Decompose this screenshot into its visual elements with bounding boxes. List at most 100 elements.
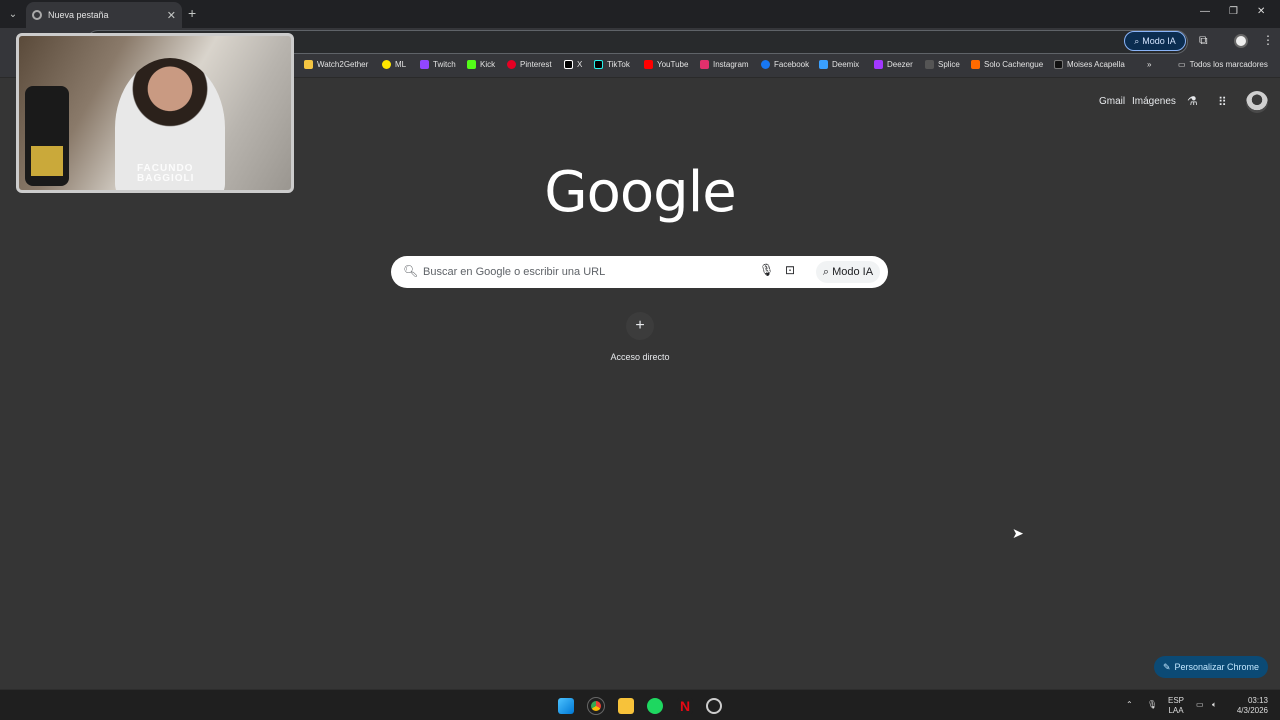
app-taskbar-icon[interactable] [706, 698, 722, 714]
modo-ia-top-label: Modo IA [1142, 36, 1176, 46]
pencil-icon: ✎ [1162, 661, 1171, 672]
bookmark-label: YouTube [657, 60, 689, 69]
pinterest-icon [507, 60, 516, 69]
network-icon[interactable]: ▭ [1196, 700, 1204, 710]
tray-chevron-icon[interactable]: ⌃ [1126, 700, 1133, 710]
lang-top: ESP [1168, 696, 1185, 705]
bookmarks-overflow-icon[interactable]: » [1147, 60, 1151, 69]
gmail-link[interactable]: Gmail [1099, 96, 1125, 107]
clock-date: 4/3/2026 [1236, 706, 1268, 715]
menu-kebab-icon[interactable]: ⋮ [1262, 33, 1274, 47]
netflix-icon[interactable]: N [677, 698, 693, 714]
facebook-icon [761, 60, 770, 69]
tab-strip: ⌄ Nueva pestaña ✕ + — ❐ ✕ [0, 0, 1280, 28]
twitch-icon [420, 60, 429, 69]
lang-bottom: LAA [1168, 706, 1184, 715]
ml-icon [382, 60, 391, 69]
bookmark-item[interactable]: Splice [925, 60, 960, 69]
bookmark-item[interactable]: ML [382, 60, 406, 69]
bookmark-label: Moises Acapella [1067, 60, 1125, 69]
tab-close-icon[interactable]: ✕ [167, 9, 176, 22]
clock-time: 03:13 [1247, 696, 1268, 705]
instagram-icon [700, 60, 709, 69]
bookmark-item[interactable]: TikTok [594, 60, 630, 69]
bookmark-item[interactable]: Kick [467, 60, 495, 69]
youtube-icon [644, 60, 653, 69]
account-avatar[interactable] [1246, 91, 1268, 113]
bookmark-item[interactable]: Instagram [700, 60, 749, 69]
tab-title: Nueva pestaña [48, 10, 109, 20]
chrome-taskbar-icon[interactable] [587, 697, 605, 715]
bookmark-item[interactable]: X [564, 60, 582, 69]
bookmark-label: Deezer [887, 60, 913, 69]
watch2gether-icon [304, 60, 313, 69]
bookmark-item[interactable]: Twitch [420, 60, 456, 69]
chrome-favicon-icon [32, 10, 42, 20]
modo-ia-label: Modo IA [832, 266, 874, 278]
customize-chrome-button[interactable]: ✎ Personalizar Chrome [1154, 656, 1268, 678]
apps-grid-icon[interactable]: ⠿ [1218, 95, 1227, 109]
bookmark-item[interactable]: Solo Cachengue [971, 60, 1043, 69]
x-icon [564, 60, 573, 69]
search-box: 🔍︎ 🎙︎ ⊡ ⌕ Modo IA [391, 256, 888, 288]
bookmark-label: Pinterest [520, 60, 552, 69]
spotify-icon[interactable] [647, 698, 663, 714]
deezer-icon [874, 60, 883, 69]
search-icon: 🔍︎ [403, 264, 419, 278]
moises-icon [1054, 60, 1063, 69]
bookmark-item[interactable]: Pinterest [507, 60, 552, 69]
microphone-icon[interactable]: 🎙︎ [759, 263, 774, 277]
tab-search-icon[interactable]: ⌄ [4, 5, 22, 23]
google-logo: Google [544, 160, 736, 225]
bookmark-label: ML [395, 60, 407, 69]
extensions-icon[interactable]: ⧉ [1199, 33, 1208, 48]
spark-search-icon: ⌕ [1134, 35, 1140, 46]
images-link[interactable]: Imágenes [1132, 96, 1176, 107]
bookmark-label: Kick [480, 60, 496, 69]
bookmark-item[interactable]: Watch2Gether [304, 60, 368, 69]
taskbar: N ⌃ 🎙︎ ESP LAA ▭ 🔈︎ 03:13 4/3/2026 [0, 689, 1280, 720]
labs-flask-icon[interactable]: ⚗ [1187, 94, 1198, 108]
new-tab-plus-icon[interactable]: + [188, 5, 196, 21]
tab-new-tab[interactable]: Nueva pestaña ✕ [26, 2, 182, 28]
bookmark-item[interactable]: Facebook [761, 60, 809, 69]
shortcut-label: Acceso directo [610, 352, 670, 362]
clock[interactable]: 03:13 4/3/2026 [1232, 696, 1268, 716]
all-bookmarks-button[interactable]: ▭ Todos los marcadores [1178, 60, 1268, 69]
lens-camera-icon[interactable]: ⊡ [785, 263, 795, 277]
bookmark-item[interactable]: Moises Acapella [1054, 60, 1125, 69]
bookmark-label: Watch2Gether [317, 60, 369, 69]
modo-ia-button[interactable]: ⌕ Modo IA [816, 261, 880, 283]
file-explorer-icon[interactable] [618, 698, 634, 714]
search-input[interactable] [423, 260, 753, 284]
bookmark-item[interactable]: YouTube [644, 60, 688, 69]
add-shortcut-tile[interactable]: + Acceso directo [600, 312, 680, 362]
spark-search-icon: ⌕ [822, 265, 830, 278]
customize-label: Personalizar Chrome [1174, 662, 1260, 672]
volume-icon[interactable]: 🔈︎ [1212, 700, 1217, 710]
solo-cachengue-icon [971, 60, 980, 69]
bookmark-item[interactable]: Deemix [819, 60, 859, 69]
tiktok-icon [594, 60, 603, 69]
kick-icon [467, 60, 476, 69]
mouse-cursor-icon: ➤ [1012, 525, 1024, 541]
restore-icon[interactable]: ❐ [1229, 6, 1238, 17]
deemix-icon [819, 60, 828, 69]
bookmark-label: Facebook [774, 60, 810, 69]
bookmark-label: Solo Cachengue [984, 60, 1044, 69]
minimize-icon[interactable]: — [1200, 6, 1210, 17]
bookmark-label: Twitch [433, 60, 456, 69]
splice-icon [925, 60, 934, 69]
window-close-icon[interactable]: ✕ [1257, 6, 1265, 17]
folder-icon: ▭ [1178, 60, 1186, 69]
bookmark-label: Instagram [713, 60, 749, 69]
bookmark-item[interactable]: Deezer [874, 60, 913, 69]
windows-start-icon[interactable] [558, 698, 574, 714]
modo-ia-top-button[interactable]: ⌕ Modo IA [1124, 31, 1186, 51]
language-indicator[interactable]: ESP LAA [1168, 696, 1184, 716]
bookmark-label: TikTok [607, 60, 630, 69]
profile-icon[interactable] [1234, 34, 1248, 48]
tray-microphone-icon[interactable]: 🎙︎ [1147, 700, 1157, 710]
bookmark-label: Splice [938, 60, 960, 69]
bookmark-label: Deemix [832, 60, 860, 69]
